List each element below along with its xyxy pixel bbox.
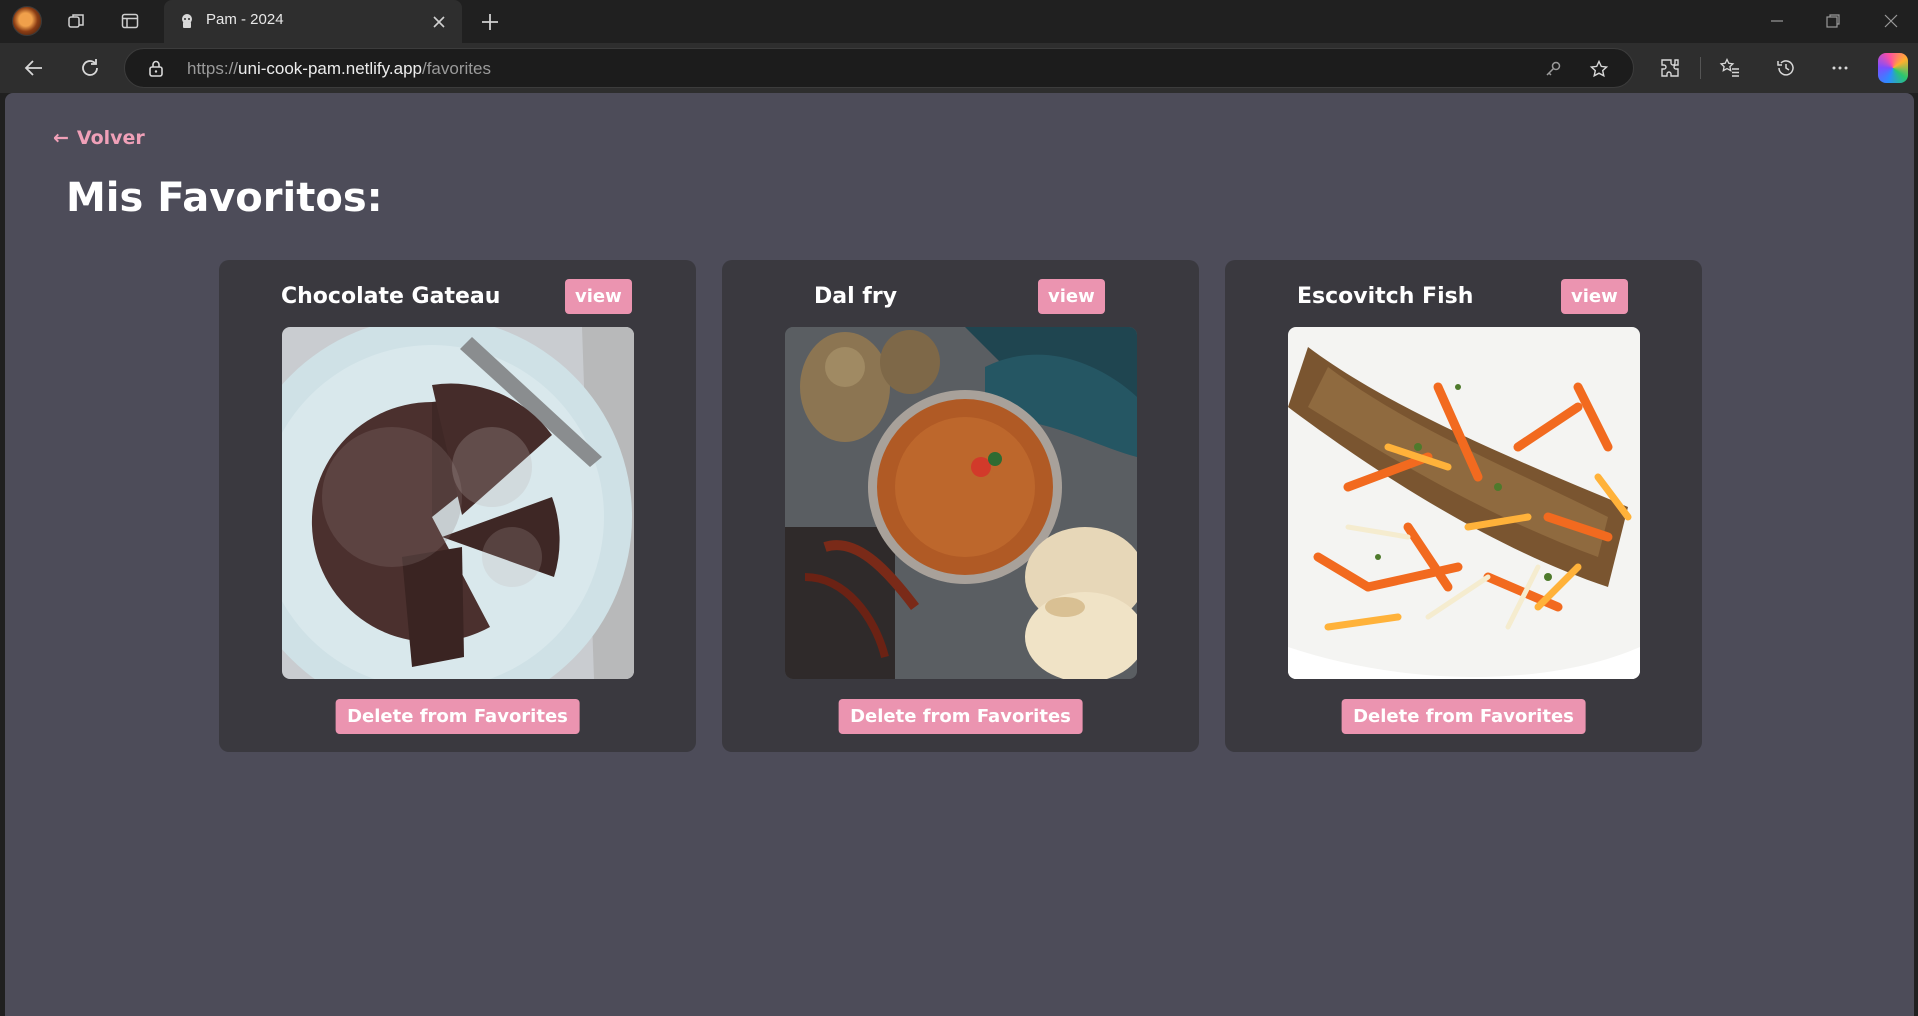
more-options-icon[interactable] xyxy=(1826,54,1854,82)
close-tab-icon[interactable] xyxy=(430,13,448,31)
profile-avatar[interactable] xyxy=(12,6,42,36)
browser-toolbar: https://uni-cook-pam.netlify.app/favorit… xyxy=(0,43,1918,93)
dal-fry-photo xyxy=(785,327,1137,679)
favorites-list-icon[interactable] xyxy=(1716,54,1744,82)
favorite-card: Dal fry view Delete from Favorites xyxy=(722,260,1199,752)
new-tab-icon[interactable] xyxy=(476,8,504,36)
escovitch-fish-photo xyxy=(1288,327,1640,679)
refresh-icon[interactable] xyxy=(76,54,104,82)
close-window-icon[interactable] xyxy=(1880,10,1902,32)
recipe-name: Dal fry xyxy=(814,284,898,309)
recipe-image[interactable] xyxy=(282,327,634,679)
back-link[interactable]: ← Volver xyxy=(53,127,145,149)
favorite-card: Escovitch Fish view Delete from Favorite… xyxy=(1225,260,1702,752)
password-key-icon[interactable] xyxy=(1543,59,1563,79)
view-button[interactable]: view xyxy=(565,279,632,314)
favorite-star-icon[interactable] xyxy=(1589,59,1609,79)
chocolate-gateau-photo xyxy=(282,327,634,679)
back-link-label: Volver xyxy=(76,127,145,149)
back-icon[interactable] xyxy=(20,54,48,82)
favorite-card: Chocolate Gateau view Delete from Favori… xyxy=(219,260,696,752)
copilot-icon[interactable] xyxy=(1878,53,1908,83)
recipe-image[interactable] xyxy=(1288,327,1640,679)
extensions-icon[interactable] xyxy=(1656,54,1684,82)
page-title: Mis Favoritos: xyxy=(66,175,383,221)
delete-favorite-button[interactable]: Delete from Favorites xyxy=(1341,699,1586,734)
recipe-name: Chocolate Gateau xyxy=(281,284,501,309)
delete-favorite-button[interactable]: Delete from Favorites xyxy=(335,699,580,734)
tab-favicon-icon xyxy=(182,14,192,28)
page-viewport: ← Volver Mis Favoritos: Chocolate Gateau… xyxy=(5,93,1914,1016)
toolbar-separator xyxy=(1700,57,1701,79)
minimize-icon[interactable] xyxy=(1766,10,1788,32)
history-icon[interactable] xyxy=(1772,54,1800,82)
url-text[interactable]: https://uni-cook-pam.netlify.app/favorit… xyxy=(187,59,491,79)
address-bar[interactable]: https://uni-cook-pam.netlify.app/favorit… xyxy=(124,48,1634,88)
arrow-left-icon: ← xyxy=(53,127,69,149)
lock-icon[interactable] xyxy=(147,59,165,77)
restore-icon[interactable] xyxy=(1822,10,1844,32)
favorites-grid: Chocolate Gateau view Delete from Favori… xyxy=(219,260,1702,752)
tab-title: Pam - 2024 xyxy=(206,11,284,28)
browser-tab-strip: Pam - 2024 xyxy=(0,0,1918,43)
view-button[interactable]: view xyxy=(1038,279,1105,314)
workspaces-icon[interactable] xyxy=(60,6,92,36)
delete-favorite-button[interactable]: Delete from Favorites xyxy=(838,699,1083,734)
recipe-image[interactable] xyxy=(785,327,1137,679)
recipe-name: Escovitch Fish xyxy=(1297,284,1474,309)
tab-actions-icon[interactable] xyxy=(114,6,146,36)
view-button[interactable]: view xyxy=(1561,279,1628,314)
active-tab[interactable]: Pam - 2024 xyxy=(164,0,462,43)
